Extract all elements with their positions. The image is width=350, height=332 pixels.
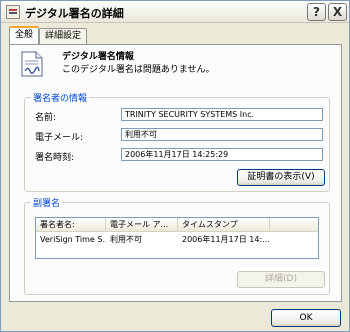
tab-panel-general: デジタル署名情報 このデジタル署名は問題ありません。 署名者の情報 名前: TR… — [9, 44, 342, 302]
list-header: 署名者名: 電子メール ア... タイムスタンプ — [36, 218, 318, 232]
help-button[interactable]: ? — [307, 3, 326, 21]
tab-general[interactable]: 全般 — [9, 26, 39, 44]
email-field[interactable]: 利用不可 — [121, 128, 323, 141]
cell-timestamp: 2006年11月17日 14:... — [182, 235, 270, 244]
countersignature-list[interactable]: 署名者名: 電子メール ア... タイムスタンプ VeriSign Time S… — [35, 217, 319, 259]
signed-document-icon — [21, 51, 43, 77]
ok-button[interactable]: OK — [271, 309, 341, 327]
countersignatures-group: 副署名 署名者名: 電子メール ア... タイムスタンプ VeriSign Ti… — [24, 196, 330, 295]
view-certificate-button[interactable]: 証明書の表示(V) — [237, 169, 325, 186]
column-email[interactable]: 電子メール ア... — [106, 218, 178, 232]
certificate-icon — [6, 5, 20, 19]
cell-signer-name: VeriSign Time S... — [40, 235, 106, 244]
info-heading: デジタル署名情報 — [62, 52, 134, 62]
signer-info-group: 署名者の情報 名前: TRINITY SECURITY SYSTEMS Inc.… — [24, 91, 330, 192]
info-status: このデジタル署名は問題ありません。 — [62, 65, 215, 75]
column-timestamp[interactable]: タイムスタンプ — [178, 218, 270, 232]
title-bar: デジタル署名の詳細 ? X — [1, 1, 349, 23]
name-label: 名前: — [35, 113, 57, 123]
signing-time-label: 署名時刻: — [35, 153, 75, 163]
column-signer-name[interactable]: 署名者名: — [36, 218, 106, 232]
cell-email: 利用不可 — [110, 235, 142, 244]
signer-info-group-title: 署名者の情報 — [31, 91, 90, 104]
tab-advanced[interactable]: 詳細設定 — [39, 28, 87, 44]
signing-time-field[interactable]: 2006年11月17日 14:25:29 — [121, 148, 323, 161]
signature-details-dialog: デジタル署名の詳細 ? X 全般 詳細設定 デジタル署名情報 このデジタル署名は… — [0, 0, 350, 332]
name-field[interactable]: TRINITY SECURITY SYSTEMS Inc. — [121, 108, 323, 121]
email-label: 電子メール: — [35, 133, 84, 143]
close-button[interactable]: X — [328, 3, 347, 21]
details-button[interactable]: 詳細(D) — [237, 271, 325, 288]
countersignatures-group-title: 副署名 — [31, 196, 63, 209]
window-title: デジタル署名の詳細 — [25, 7, 124, 20]
